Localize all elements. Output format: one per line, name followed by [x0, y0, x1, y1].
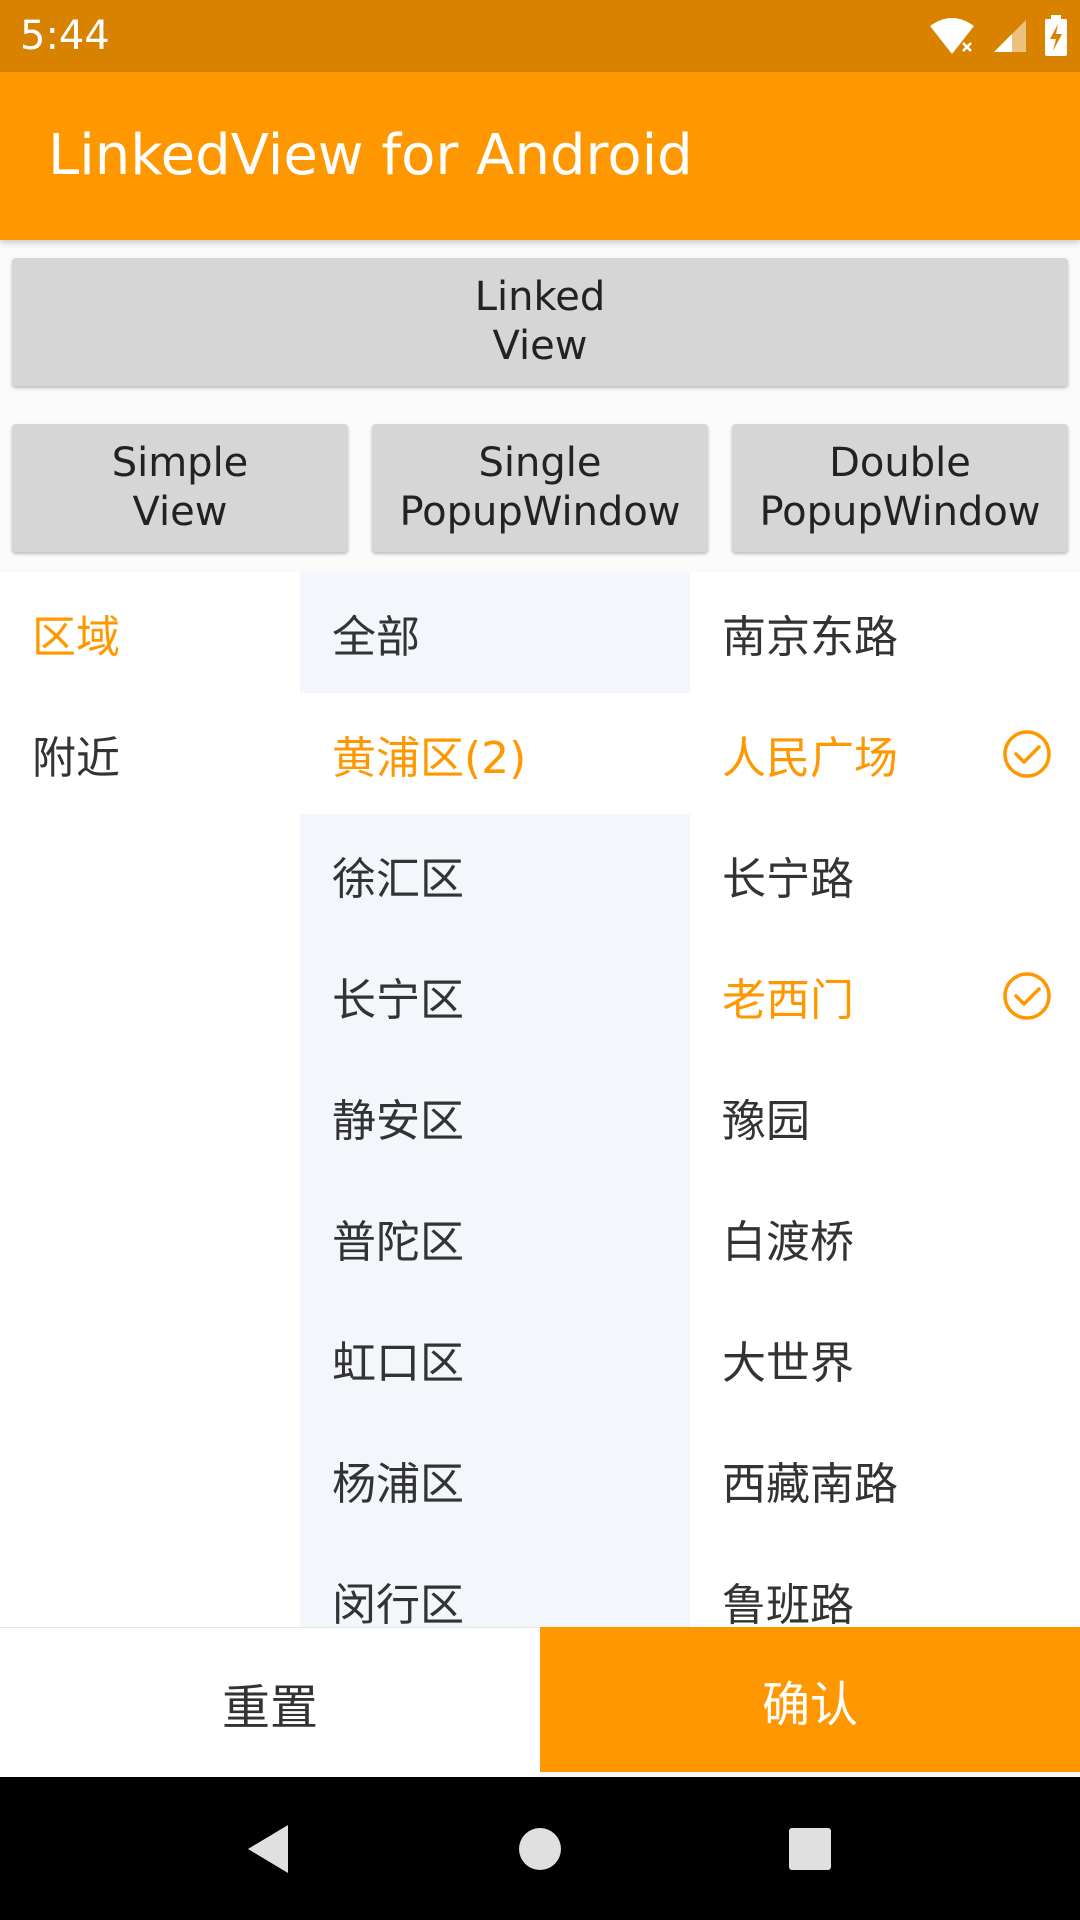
district-item-label: 静安区: [332, 1095, 464, 1147]
place-list[interactable]: 南京东路 人民广场 长宁路 老西门 豫园 白渡桥 大世界 西藏南路 鲁班路: [690, 572, 1080, 1627]
system-nav-bar: [0, 1777, 1080, 1920]
category-item-nearby[interactable]: 附近: [0, 693, 300, 814]
district-item[interactable]: 普陀区: [300, 1177, 690, 1298]
confirm-button[interactable]: 确认: [540, 1627, 1080, 1772]
place-item-label: 西藏南路: [722, 1458, 898, 1510]
battery-charging-icon: [1045, 15, 1067, 56]
category-item-label: 附近: [32, 732, 120, 784]
place-item-label: 南京东路: [722, 611, 898, 663]
place-item-label: 老西门: [722, 974, 854, 1026]
status-icons: [928, 12, 1068, 60]
simple-view-button[interactable]: Simple View: [12, 424, 348, 552]
place-item[interactable]: 豫园: [690, 1056, 1080, 1177]
check-circle-icon: [1003, 971, 1051, 1020]
district-item[interactable]: 静安区: [300, 1056, 690, 1177]
district-item[interactable]: 虹口区: [300, 1298, 690, 1419]
place-item-label: 长宁路: [722, 853, 854, 905]
category-item-area[interactable]: 区域: [0, 572, 300, 693]
cell-signal-icon: [994, 20, 1026, 52]
single-popupwindow-button-label-line2: PopupWindow: [399, 489, 681, 535]
recents-button[interactable]: [764, 1803, 856, 1895]
district-item-label: 虹口区: [332, 1337, 464, 1389]
district-item-label: 普陀区: [332, 1216, 464, 1268]
district-item-label: 闵行区: [332, 1579, 464, 1628]
app-screen: 5:44 LinkedView for Android Linked View …: [0, 0, 1080, 1920]
district-item[interactable]: 徐汇区: [300, 814, 690, 935]
place-item[interactable]: 西藏南路: [690, 1419, 1080, 1540]
simple-view-button-label-line2: View: [132, 489, 228, 535]
linked-view-button-label-line2: View: [492, 323, 588, 369]
district-item-label: 全部: [332, 611, 420, 663]
linked-view-button-label-line1: Linked: [474, 274, 606, 320]
place-item[interactable]: 长宁路: [690, 814, 1080, 935]
district-item-label: 长宁区: [332, 974, 464, 1026]
recents-square-icon: [789, 1828, 831, 1870]
back-button[interactable]: [222, 1803, 314, 1895]
place-item-label: 豫园: [722, 1095, 810, 1147]
home-button[interactable]: [494, 1803, 586, 1895]
home-circle-icon: [519, 1828, 561, 1870]
place-item-label: 鲁班路: [722, 1579, 854, 1628]
action-bar: 重置 确认: [0, 1627, 1080, 1777]
double-popupwindow-button[interactable]: Double PopupWindow: [732, 424, 1068, 552]
double-popupwindow-button-label-line2: PopupWindow: [759, 489, 1041, 535]
status-time: 5:44: [20, 13, 110, 59]
status-bar: 5:44: [0, 0, 1080, 72]
district-list[interactable]: 全部 黄浦区(2) 徐汇区 长宁区 静安区 普陀区 虹口区 杨浦区 闵行区: [300, 572, 690, 1627]
category-list[interactable]: 区域 附近: [0, 572, 300, 1627]
district-item-label: 黄浦区(2): [332, 732, 527, 784]
linked-view-button[interactable]: Linked View: [12, 258, 1068, 386]
app-title: LinkedView for Android: [48, 123, 693, 188]
single-popupwindow-button-label-line1: Single: [478, 440, 602, 486]
check-circle-icon: [1003, 729, 1051, 778]
app-bar: LinkedView for Android: [0, 72, 1080, 240]
district-item-selected[interactable]: 黄浦区(2): [300, 693, 690, 814]
place-item[interactable]: 白渡桥: [690, 1177, 1080, 1298]
reset-button[interactable]: 重置: [0, 1627, 540, 1777]
single-popupwindow-button[interactable]: Single PopupWindow: [372, 424, 708, 552]
district-item[interactable]: 长宁区: [300, 935, 690, 1056]
place-item-checked[interactable]: 老西门: [690, 935, 1080, 1056]
simple-view-button-label-line1: Simple: [111, 440, 249, 486]
district-item[interactable]: 闵行区: [300, 1540, 690, 1628]
place-item[interactable]: 鲁班路: [690, 1540, 1080, 1628]
district-item[interactable]: 杨浦区: [300, 1419, 690, 1540]
double-popupwindow-button-label-line1: Double: [829, 440, 971, 486]
district-item[interactable]: 全部: [300, 572, 690, 693]
linked-selection-panel: 区域 附近 全部 黄浦区(2) 徐汇区 长宁区 静安区 普陀区 虹口区 杨浦区 …: [0, 572, 1080, 1627]
category-item-label: 区域: [32, 611, 120, 663]
place-item-label: 人民广场: [722, 732, 898, 784]
place-item-checked[interactable]: 人民广场: [690, 693, 1080, 814]
place-item-label: 大世界: [722, 1337, 854, 1389]
district-item-label: 杨浦区: [332, 1458, 464, 1510]
district-item-label: 徐汇区: [332, 853, 464, 905]
place-item[interactable]: 大世界: [690, 1298, 1080, 1419]
place-item[interactable]: 南京东路: [690, 572, 1080, 693]
place-item-label: 白渡桥: [722, 1216, 854, 1268]
wifi-icon: [930, 18, 974, 54]
back-triangle-icon: [248, 1825, 288, 1873]
